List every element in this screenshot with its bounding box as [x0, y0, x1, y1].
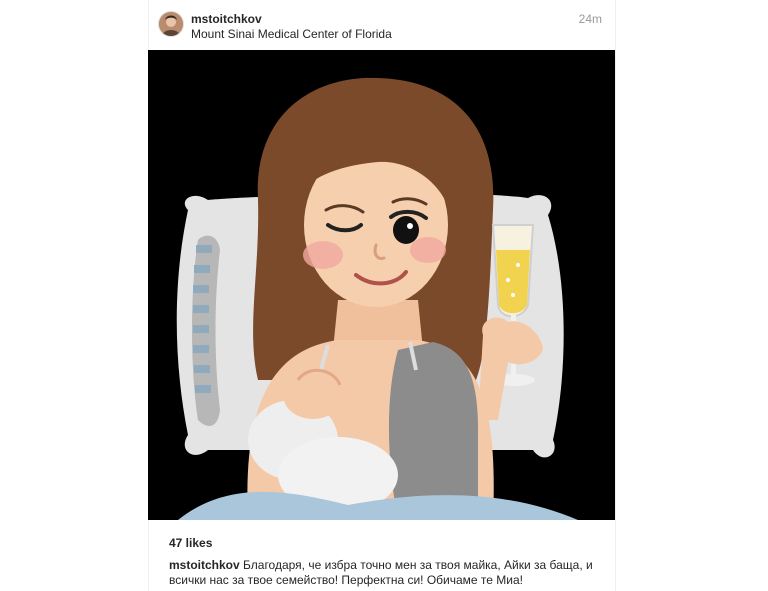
post-footer: 47 likes mstoitchkov Благодаря, че избра… [148, 520, 616, 591]
timestamp[interactable]: 24m [579, 12, 602, 26]
illustration-mother-baby-champagne [148, 50, 616, 520]
avatar-image [159, 12, 183, 36]
avatar[interactable] [159, 12, 183, 36]
gown [388, 342, 478, 520]
instagram-post: mstoitchkov Mount Sinai Medical Center o… [148, 0, 616, 591]
caption-username[interactable]: mstoitchkov [169, 558, 240, 572]
likes-count[interactable]: 47 likes [169, 536, 212, 550]
username-link[interactable]: mstoitchkov [191, 12, 262, 26]
post-header: mstoitchkov Mount Sinai Medical Center o… [148, 0, 616, 50]
post-photo[interactable] [148, 50, 616, 520]
location-link[interactable]: Mount Sinai Medical Center of Florida [191, 27, 392, 41]
caption: mstoitchkov Благодаря, че избра точно ме… [169, 558, 609, 588]
